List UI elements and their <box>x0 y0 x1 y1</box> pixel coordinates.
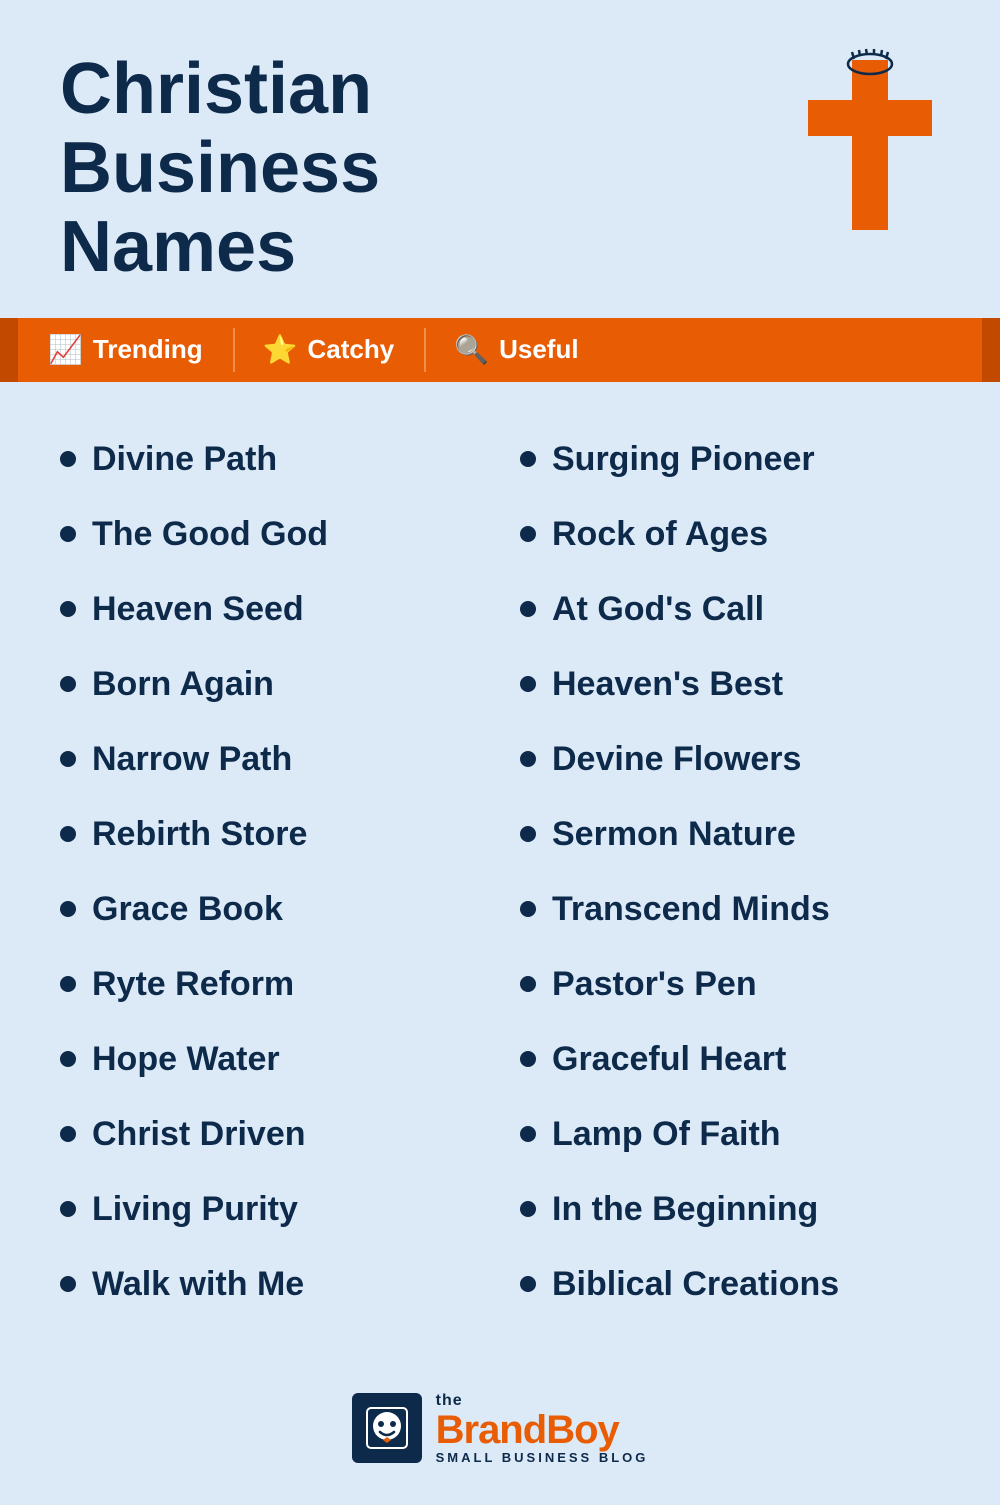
list-item: Pastor's Pen <box>500 947 960 1022</box>
bullet-icon <box>60 976 76 992</box>
list-item: Walk with Me <box>40 1247 500 1322</box>
list-item: Lamp Of Faith <box>500 1097 960 1172</box>
title-block: Christian Business Names <box>60 50 800 288</box>
page-title: Christian Business Names <box>60 50 660 288</box>
list-item: At God's Call <box>500 572 960 647</box>
names-right-col: Surging Pioneer Rock of Ages At God's Ca… <box>500 422 960 1322</box>
list-item: Divine Path <box>40 422 500 497</box>
list-item: Biblical Creations <box>500 1247 960 1322</box>
footer: the BrandBoy Small Business Blog <box>0 1362 1000 1505</box>
list-item: Narrow Path <box>40 722 500 797</box>
list-item: Heaven's Best <box>500 647 960 722</box>
footer-sub-label: Small Business Blog <box>436 1450 649 1465</box>
bullet-icon <box>520 601 536 617</box>
list-item: The Good God <box>40 497 500 572</box>
names-section: Divine Path The Good God Heaven Seed Bor… <box>0 422 1000 1362</box>
tag-trending-label: Trending <box>93 334 203 365</box>
bullet-icon <box>520 1051 536 1067</box>
names-left-col: Divine Path The Good God Heaven Seed Bor… <box>40 422 500 1322</box>
list-item: Devine Flowers <box>500 722 960 797</box>
bullet-icon <box>60 826 76 842</box>
list-item: Living Purity <box>40 1172 500 1247</box>
list-item: Born Again <box>40 647 500 722</box>
brandboy-logo-icon <box>352 1393 422 1463</box>
names-grid: Divine Path The Good God Heaven Seed Bor… <box>40 422 960 1322</box>
trending-icon: 📈 <box>48 333 83 366</box>
list-item: Christ Driven <box>40 1097 500 1172</box>
bullet-icon <box>520 526 536 542</box>
list-item: Grace Book <box>40 872 500 947</box>
useful-icon: 🔍 <box>454 333 489 366</box>
list-item: Ryte Reform <box>40 947 500 1022</box>
bullet-icon <box>520 976 536 992</box>
bullet-icon <box>520 1126 536 1142</box>
list-item: Surging Pioneer <box>500 422 960 497</box>
bullet-icon <box>60 901 76 917</box>
bullet-icon <box>520 1276 536 1292</box>
bullet-icon <box>60 676 76 692</box>
tag-catchy-label: Catchy <box>308 334 395 365</box>
bullet-icon <box>60 451 76 467</box>
bullet-icon <box>60 526 76 542</box>
bullet-icon <box>520 451 536 467</box>
bullet-icon <box>60 751 76 767</box>
bullet-icon <box>60 1051 76 1067</box>
tag-bar: 📈 Trending ⭐ Catchy 🔍 Useful <box>0 318 1000 382</box>
list-item: Graceful Heart <box>500 1022 960 1097</box>
list-item: Heaven Seed <box>40 572 500 647</box>
header: Christian Business Names <box>0 0 1000 308</box>
list-item: Hope Water <box>40 1022 500 1097</box>
list-item: Transcend Minds <box>500 872 960 947</box>
tag-useful[interactable]: 🔍 Useful <box>424 318 608 382</box>
catchy-icon: ⭐ <box>263 333 298 366</box>
bullet-icon <box>60 1201 76 1217</box>
tag-catchy[interactable]: ⭐ Catchy <box>233 318 425 382</box>
list-item: Rock of Ages <box>500 497 960 572</box>
bullet-icon <box>520 676 536 692</box>
tag-bar-left-accent <box>0 318 18 382</box>
bullet-icon <box>60 1126 76 1142</box>
footer-brand-name: BrandBoy <box>436 1410 649 1450</box>
bullet-icon <box>60 601 76 617</box>
bullet-icon <box>520 826 536 842</box>
tag-trending[interactable]: 📈 Trending <box>18 318 233 382</box>
tag-bar-right-accent <box>982 318 1000 382</box>
bullet-icon <box>520 901 536 917</box>
list-item: In the Beginning <box>500 1172 960 1247</box>
bullet-icon <box>520 1201 536 1217</box>
cross-icon <box>800 40 940 240</box>
brandboy-text: the BrandBoy Small Business Blog <box>436 1392 649 1465</box>
bullet-icon <box>60 1276 76 1292</box>
tag-useful-label: Useful <box>499 334 578 365</box>
bullet-icon <box>520 751 536 767</box>
list-item: Sermon Nature <box>500 797 960 872</box>
list-item: Rebirth Store <box>40 797 500 872</box>
